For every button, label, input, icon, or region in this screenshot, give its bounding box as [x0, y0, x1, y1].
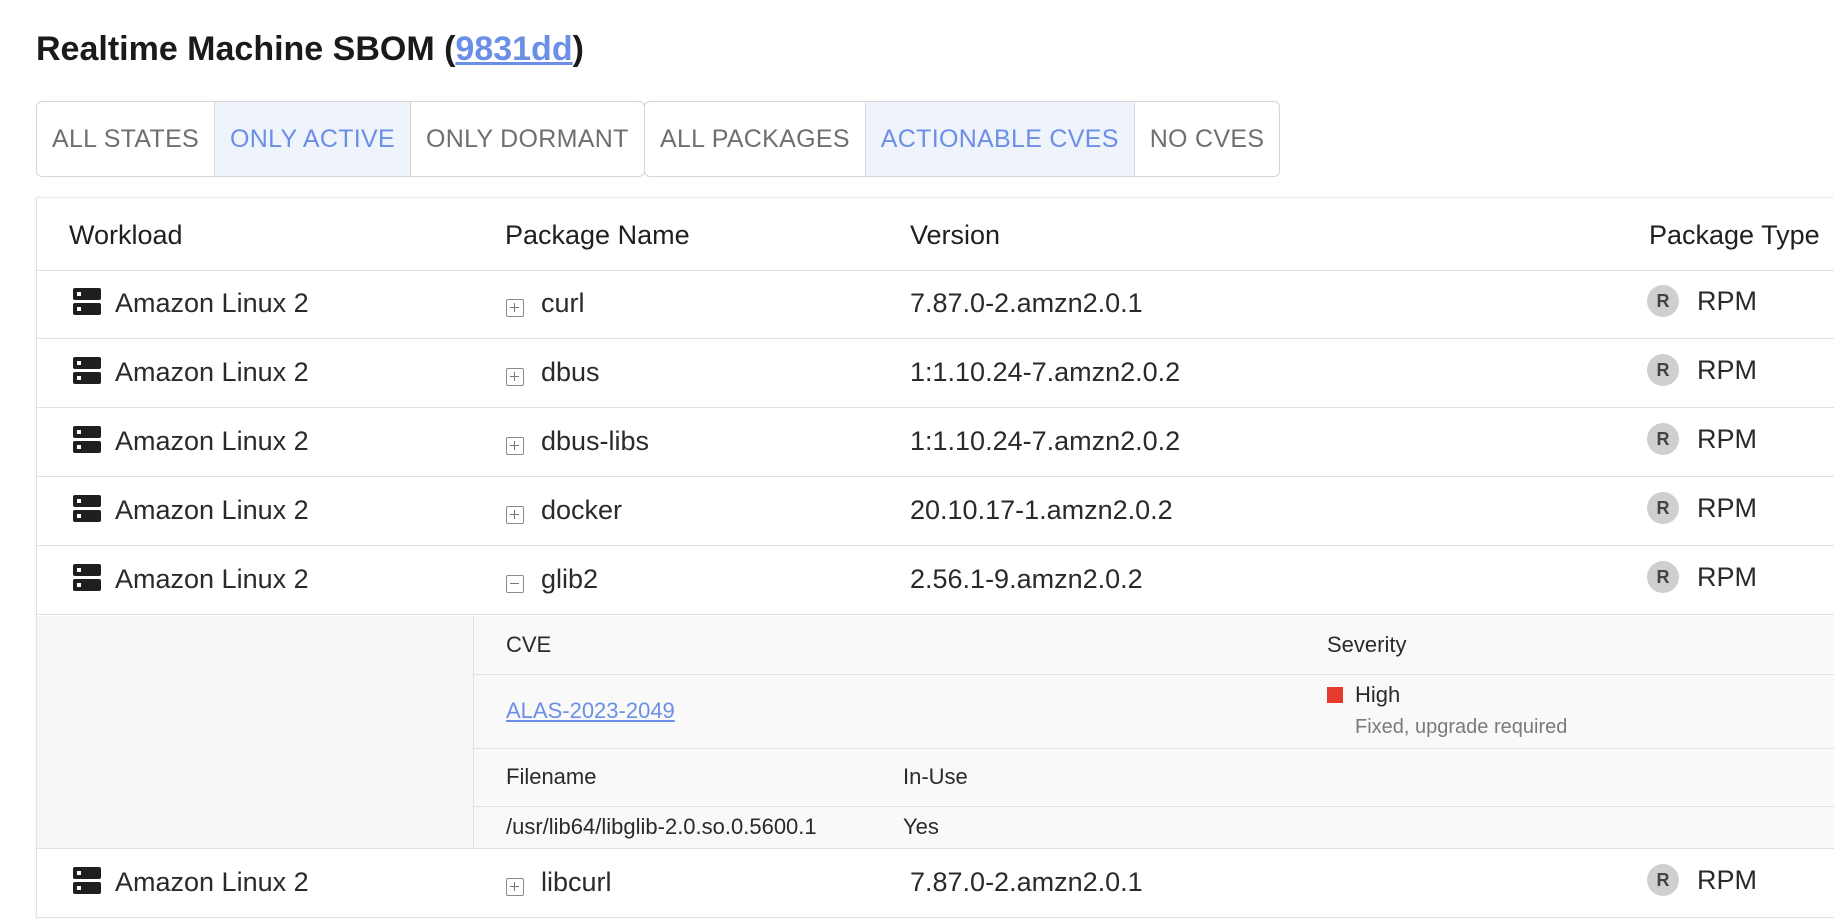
table-header: Workload Package Name Version Package Ty…	[37, 198, 1834, 271]
workload-name: Amazon Linux 2	[115, 426, 309, 456]
cve-header-row: CVE Severity	[474, 616, 1834, 675]
package-type: RPM	[1697, 424, 1757, 454]
severity-column-header: Severity	[1327, 632, 1407, 657]
package-version: 20.10.17-1.amzn2.0.2	[910, 495, 1173, 525]
server-icon	[73, 564, 101, 592]
table-row[interactable]: Amazon Linux 2 curl 7.87.0-2.amzn2.0.1 R…	[37, 270, 1834, 339]
filter-no-cves[interactable]: NO CVES	[1135, 102, 1280, 176]
machine-hash-link[interactable]: 9831dd	[455, 30, 572, 68]
server-icon	[73, 426, 101, 454]
table-row[interactable]: Amazon Linux 2 glib2 2.56.1-9.amzn2.0.2 …	[37, 546, 1834, 615]
package-type: RPM	[1697, 562, 1757, 592]
file-path: /usr/lib64/libglib-2.0.so.0.5600.1	[506, 814, 817, 839]
title-prefix: Realtime Machine SBOM (	[36, 30, 456, 68]
package-detail-panel: CVE Severity ALAS-2023-2049 High Fixed, …	[37, 616, 1834, 849]
filename-column-header: Filename	[506, 764, 597, 789]
cve-column-header: CVE	[506, 632, 552, 657]
package-type: RPM	[1697, 493, 1757, 523]
package-version: 1:1.10.24-7.amzn2.0.2	[910, 357, 1181, 387]
file-inuse: Yes	[903, 814, 939, 839]
package-type-icon: R	[1647, 285, 1679, 317]
package-type: RPM	[1697, 865, 1757, 895]
package-name: glib2	[541, 564, 599, 594]
state-filter-group: ALL STATES ONLY ACTIVE ONLY DORMANT	[36, 101, 645, 177]
table-row[interactable]: Amazon Linux 2 docker 20.10.17-1.amzn2.0…	[37, 477, 1834, 546]
title-suffix: )	[572, 30, 584, 68]
filter-all-packages[interactable]: ALL PACKAGES	[645, 102, 866, 176]
cve-row: ALAS-2023-2049 High Fixed, upgrade requi…	[474, 674, 1834, 749]
collapse-icon[interactable]	[506, 575, 524, 593]
inuse-column-header: In-Use	[903, 764, 968, 789]
package-version: 7.87.0-2.amzn2.0.1	[910, 867, 1143, 897]
package-type-icon: R	[1647, 492, 1679, 524]
sbom-table: Workload Package Name Version Package Ty…	[36, 197, 1834, 918]
package-filter-group: ALL PACKAGES ACTIONABLE CVES NO CVES	[644, 101, 1281, 177]
cve-link[interactable]: ALAS-2023-2049	[506, 698, 675, 724]
filter-only-active[interactable]: ONLY ACTIVE	[215, 102, 411, 176]
filter-only-dormant[interactable]: ONLY DORMANT	[411, 102, 644, 176]
package-type: RPM	[1697, 355, 1757, 385]
severity-note: Fixed, upgrade required	[1355, 716, 1568, 738]
filter-all-states[interactable]: ALL STATES	[37, 102, 216, 176]
header-workload[interactable]: Workload	[69, 220, 183, 251]
severity-level: High	[1355, 682, 1401, 707]
page-title: Realtime Machine SBOM (9831dd)	[36, 30, 584, 69]
package-version: 1:1.10.24-7.amzn2.0.2	[910, 426, 1181, 456]
package-name: dbus	[541, 357, 600, 387]
table-row[interactable]: Amazon Linux 2 dbus 1:1.10.24-7.amzn2.0.…	[37, 339, 1834, 408]
package-type-icon: R	[1647, 423, 1679, 455]
expand-icon[interactable]	[506, 878, 524, 896]
workload-name: Amazon Linux 2	[115, 495, 309, 525]
server-icon	[73, 288, 101, 316]
server-icon	[73, 867, 101, 895]
package-version: 2.56.1-9.amzn2.0.2	[910, 564, 1143, 594]
workload-name: Amazon Linux 2	[115, 867, 309, 897]
package-name: curl	[541, 288, 585, 318]
cve-details: CVE Severity ALAS-2023-2049 High Fixed, …	[473, 616, 1834, 848]
server-icon	[73, 357, 101, 385]
file-row: /usr/lib64/libglib-2.0.so.0.5600.1 Yes	[474, 806, 1834, 848]
package-type-icon: R	[1647, 864, 1679, 896]
package-type-icon: R	[1647, 561, 1679, 593]
table-row[interactable]: Amazon Linux 2 dbus-libs 1:1.10.24-7.amz…	[37, 408, 1834, 477]
server-icon	[73, 495, 101, 523]
package-name: libcurl	[541, 867, 612, 897]
header-package-name[interactable]: Package Name	[505, 220, 690, 251]
package-type-icon: R	[1647, 354, 1679, 386]
file-header-row: Filename In-Use	[474, 748, 1834, 807]
package-name: docker	[541, 495, 623, 525]
workload-name: Amazon Linux 2	[115, 357, 309, 387]
expand-icon[interactable]	[506, 437, 524, 455]
package-version: 7.87.0-2.amzn2.0.1	[910, 288, 1143, 318]
package-type: RPM	[1697, 286, 1757, 316]
workload-name: Amazon Linux 2	[115, 564, 309, 594]
severity-indicator-icon	[1327, 687, 1343, 703]
table-row[interactable]: Amazon Linux 2 libcurl 7.87.0-2.amzn2.0.…	[37, 849, 1834, 918]
header-version[interactable]: Version	[910, 220, 1000, 251]
expand-icon[interactable]	[506, 506, 524, 524]
expand-icon[interactable]	[506, 368, 524, 386]
filter-actionable-cves[interactable]: ACTIONABLE CVES	[865, 102, 1135, 176]
workload-name: Amazon Linux 2	[115, 288, 309, 318]
package-name: dbus-libs	[541, 426, 650, 456]
header-package-type[interactable]: Package Type	[1649, 220, 1820, 251]
expand-icon[interactable]	[506, 299, 524, 317]
